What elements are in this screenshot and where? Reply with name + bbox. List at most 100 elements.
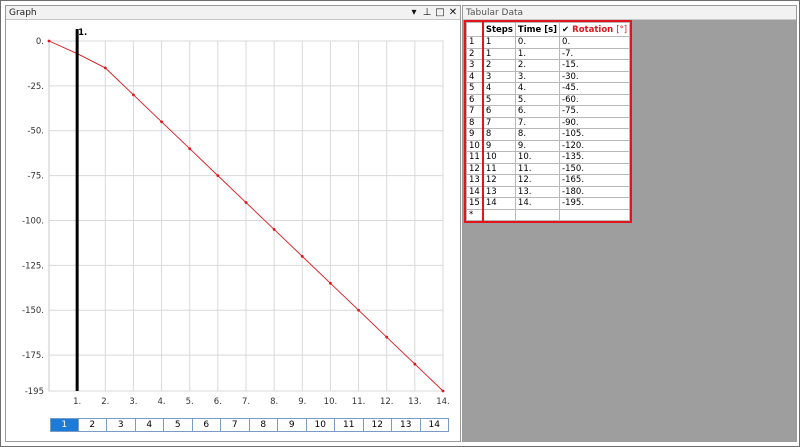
time-cell[interactable]: 9. xyxy=(514,139,561,152)
row-index-cell[interactable]: 5 xyxy=(465,82,484,95)
step-tab-7[interactable]: 7 xyxy=(221,418,250,432)
table-row[interactable]: 10 9 9. -120. xyxy=(465,139,631,152)
row-index-cell[interactable]: 1 xyxy=(465,36,484,49)
steps-cell[interactable]: 9 xyxy=(482,139,516,152)
rotation-data-point[interactable] xyxy=(244,201,248,204)
row-index-cell[interactable]: 10 xyxy=(465,139,484,152)
rotation-cell[interactable]: -195. xyxy=(559,197,631,210)
rotation-data-point[interactable] xyxy=(103,66,107,70)
table-row[interactable]: 1 1 0. 0. xyxy=(465,36,631,49)
rotation-cell[interactable]: -90. xyxy=(559,116,631,129)
table-row[interactable]: 8 7 7. -90. xyxy=(465,116,631,129)
new-rotation-cell[interactable] xyxy=(559,208,631,221)
step-tab-6[interactable]: 6 xyxy=(192,418,221,432)
rotation-cell[interactable]: -105. xyxy=(559,128,631,141)
step-tab-3[interactable]: 3 xyxy=(107,418,136,432)
rotation-cell[interactable]: -180. xyxy=(559,185,631,198)
rotation-graph[interactable]: 0. -25. -50. -75. -100. -125. -150. -175. -195 1.… xyxy=(6,21,460,416)
steps-cell[interactable]: 8 xyxy=(482,128,516,141)
time-cell[interactable]: 2. xyxy=(514,59,561,72)
pin-icon[interactable]: ⊥ xyxy=(422,7,432,19)
rotation-data-point[interactable] xyxy=(188,147,192,151)
rotation-data-point[interactable] xyxy=(385,335,389,339)
row-index-cell[interactable]: 7 xyxy=(465,105,484,118)
table-row[interactable]: 9 8 8. -105. xyxy=(465,128,631,141)
checkmark-icon[interactable]: ✔ xyxy=(562,25,569,35)
row-index-cell[interactable]: 15 xyxy=(465,197,484,210)
row-index-cell[interactable]: 13 xyxy=(465,174,484,187)
table-row[interactable]: 6 5 5. -60. xyxy=(465,93,631,106)
rotation-data-point[interactable] xyxy=(160,120,163,124)
rotation-data-point[interactable] xyxy=(357,308,360,312)
rotation-data-point[interactable] xyxy=(413,362,417,366)
table-row[interactable]: 12 11 11. -150. xyxy=(465,162,631,175)
step-tab-2[interactable]: 2 xyxy=(78,418,107,432)
row-index-cell[interactable]: 4 xyxy=(465,70,484,83)
time-cell[interactable]: 5. xyxy=(514,93,561,106)
rotation-cell[interactable]: 0. xyxy=(559,36,631,49)
steps-cell[interactable]: 10 xyxy=(482,151,516,164)
rotation-cell[interactable]: -150. xyxy=(559,162,631,175)
steps-cell[interactable]: 3 xyxy=(482,70,516,83)
maximize-icon[interactable]: □ xyxy=(435,7,445,19)
rotation-data-point[interactable] xyxy=(441,389,445,393)
row-index-cell[interactable]: 9 xyxy=(465,128,484,141)
table-row[interactable]: 14 13 13. -180. xyxy=(465,185,631,198)
steps-cell[interactable]: 12 xyxy=(482,174,516,187)
row-index-cell[interactable]: 6 xyxy=(465,93,484,106)
rotation-data-point[interactable] xyxy=(132,93,135,97)
rotation-cell[interactable]: -45. xyxy=(559,82,631,95)
time-cell[interactable]: 14. xyxy=(514,197,561,210)
table-row[interactable]: 2 1 1. -7. xyxy=(465,47,631,60)
time-cell[interactable]: 3. xyxy=(514,70,561,83)
steps-column-header[interactable]: Steps xyxy=(482,22,516,37)
table-row[interactable]: 5 4 4. -45. xyxy=(465,82,631,95)
new-row[interactable]: * xyxy=(465,208,631,221)
rotation-cell[interactable]: -165. xyxy=(559,174,631,187)
table-row[interactable]: 4 3 3. -30. xyxy=(465,70,631,83)
time-cell[interactable]: 8. xyxy=(514,128,561,141)
time-cell[interactable]: 0. xyxy=(514,36,561,49)
step-tab-9[interactable]: 9 xyxy=(278,418,307,432)
step-tab-11[interactable]: 11 xyxy=(335,418,364,432)
rotation-cell[interactable]: -15. xyxy=(559,59,631,72)
step-tab-14[interactable]: 14 xyxy=(420,418,449,432)
row-index-cell[interactable]: 14 xyxy=(465,185,484,198)
steps-cell[interactable]: 5 xyxy=(482,93,516,106)
row-index-cell[interactable]: 8 xyxy=(465,116,484,129)
time-cell[interactable]: 7. xyxy=(514,116,561,129)
close-icon[interactable]: ✕ xyxy=(448,7,458,19)
steps-cell[interactable]: 13 xyxy=(482,185,516,198)
rotation-cell[interactable]: -30. xyxy=(559,70,631,83)
time-cell[interactable]: 13. xyxy=(514,185,561,198)
table-row[interactable]: 15 14 14. -195. xyxy=(465,197,631,210)
step-tab-5[interactable]: 5 xyxy=(164,418,193,432)
table-row[interactable]: 13 12 12. -165. xyxy=(465,174,631,187)
steps-cell[interactable]: 6 xyxy=(482,105,516,118)
row-index-cell[interactable]: 11 xyxy=(465,151,484,164)
table-row[interactable]: 7 6 6. -75. xyxy=(465,105,631,118)
new-steps-cell[interactable] xyxy=(482,208,516,221)
time-column-header[interactable]: Time [s] xyxy=(514,22,561,37)
rotation-data-point[interactable] xyxy=(216,174,220,178)
step-tab-1[interactable]: 1 xyxy=(50,418,79,432)
table-row[interactable]: 3 2 2. -15. xyxy=(465,59,631,72)
steps-cell[interactable]: 2 xyxy=(482,59,516,72)
rotation-data-point[interactable] xyxy=(300,254,304,258)
time-cell[interactable]: 12. xyxy=(514,174,561,187)
step-tab-4[interactable]: 4 xyxy=(135,418,164,432)
rotation-column-header[interactable]: ✔ Rotation [°] xyxy=(559,22,631,37)
steps-cell[interactable]: 4 xyxy=(482,82,516,95)
time-cell[interactable]: 10. xyxy=(514,151,561,164)
step-tab-10[interactable]: 10 xyxy=(306,418,335,432)
time-cell[interactable]: 6. xyxy=(514,105,561,118)
new-time-cell[interactable] xyxy=(514,208,561,221)
new-row-marker[interactable]: * xyxy=(465,208,484,221)
row-index-cell[interactable]: 3 xyxy=(465,59,484,72)
rotation-cell[interactable]: -7. xyxy=(559,47,631,60)
rotation-cell[interactable]: -75. xyxy=(559,105,631,118)
rotation-cell[interactable]: -120. xyxy=(559,139,631,152)
step-tab-12[interactable]: 12 xyxy=(363,418,392,432)
dropdown-icon[interactable]: ▾ xyxy=(409,7,419,19)
time-cell[interactable]: 1. xyxy=(514,47,561,60)
